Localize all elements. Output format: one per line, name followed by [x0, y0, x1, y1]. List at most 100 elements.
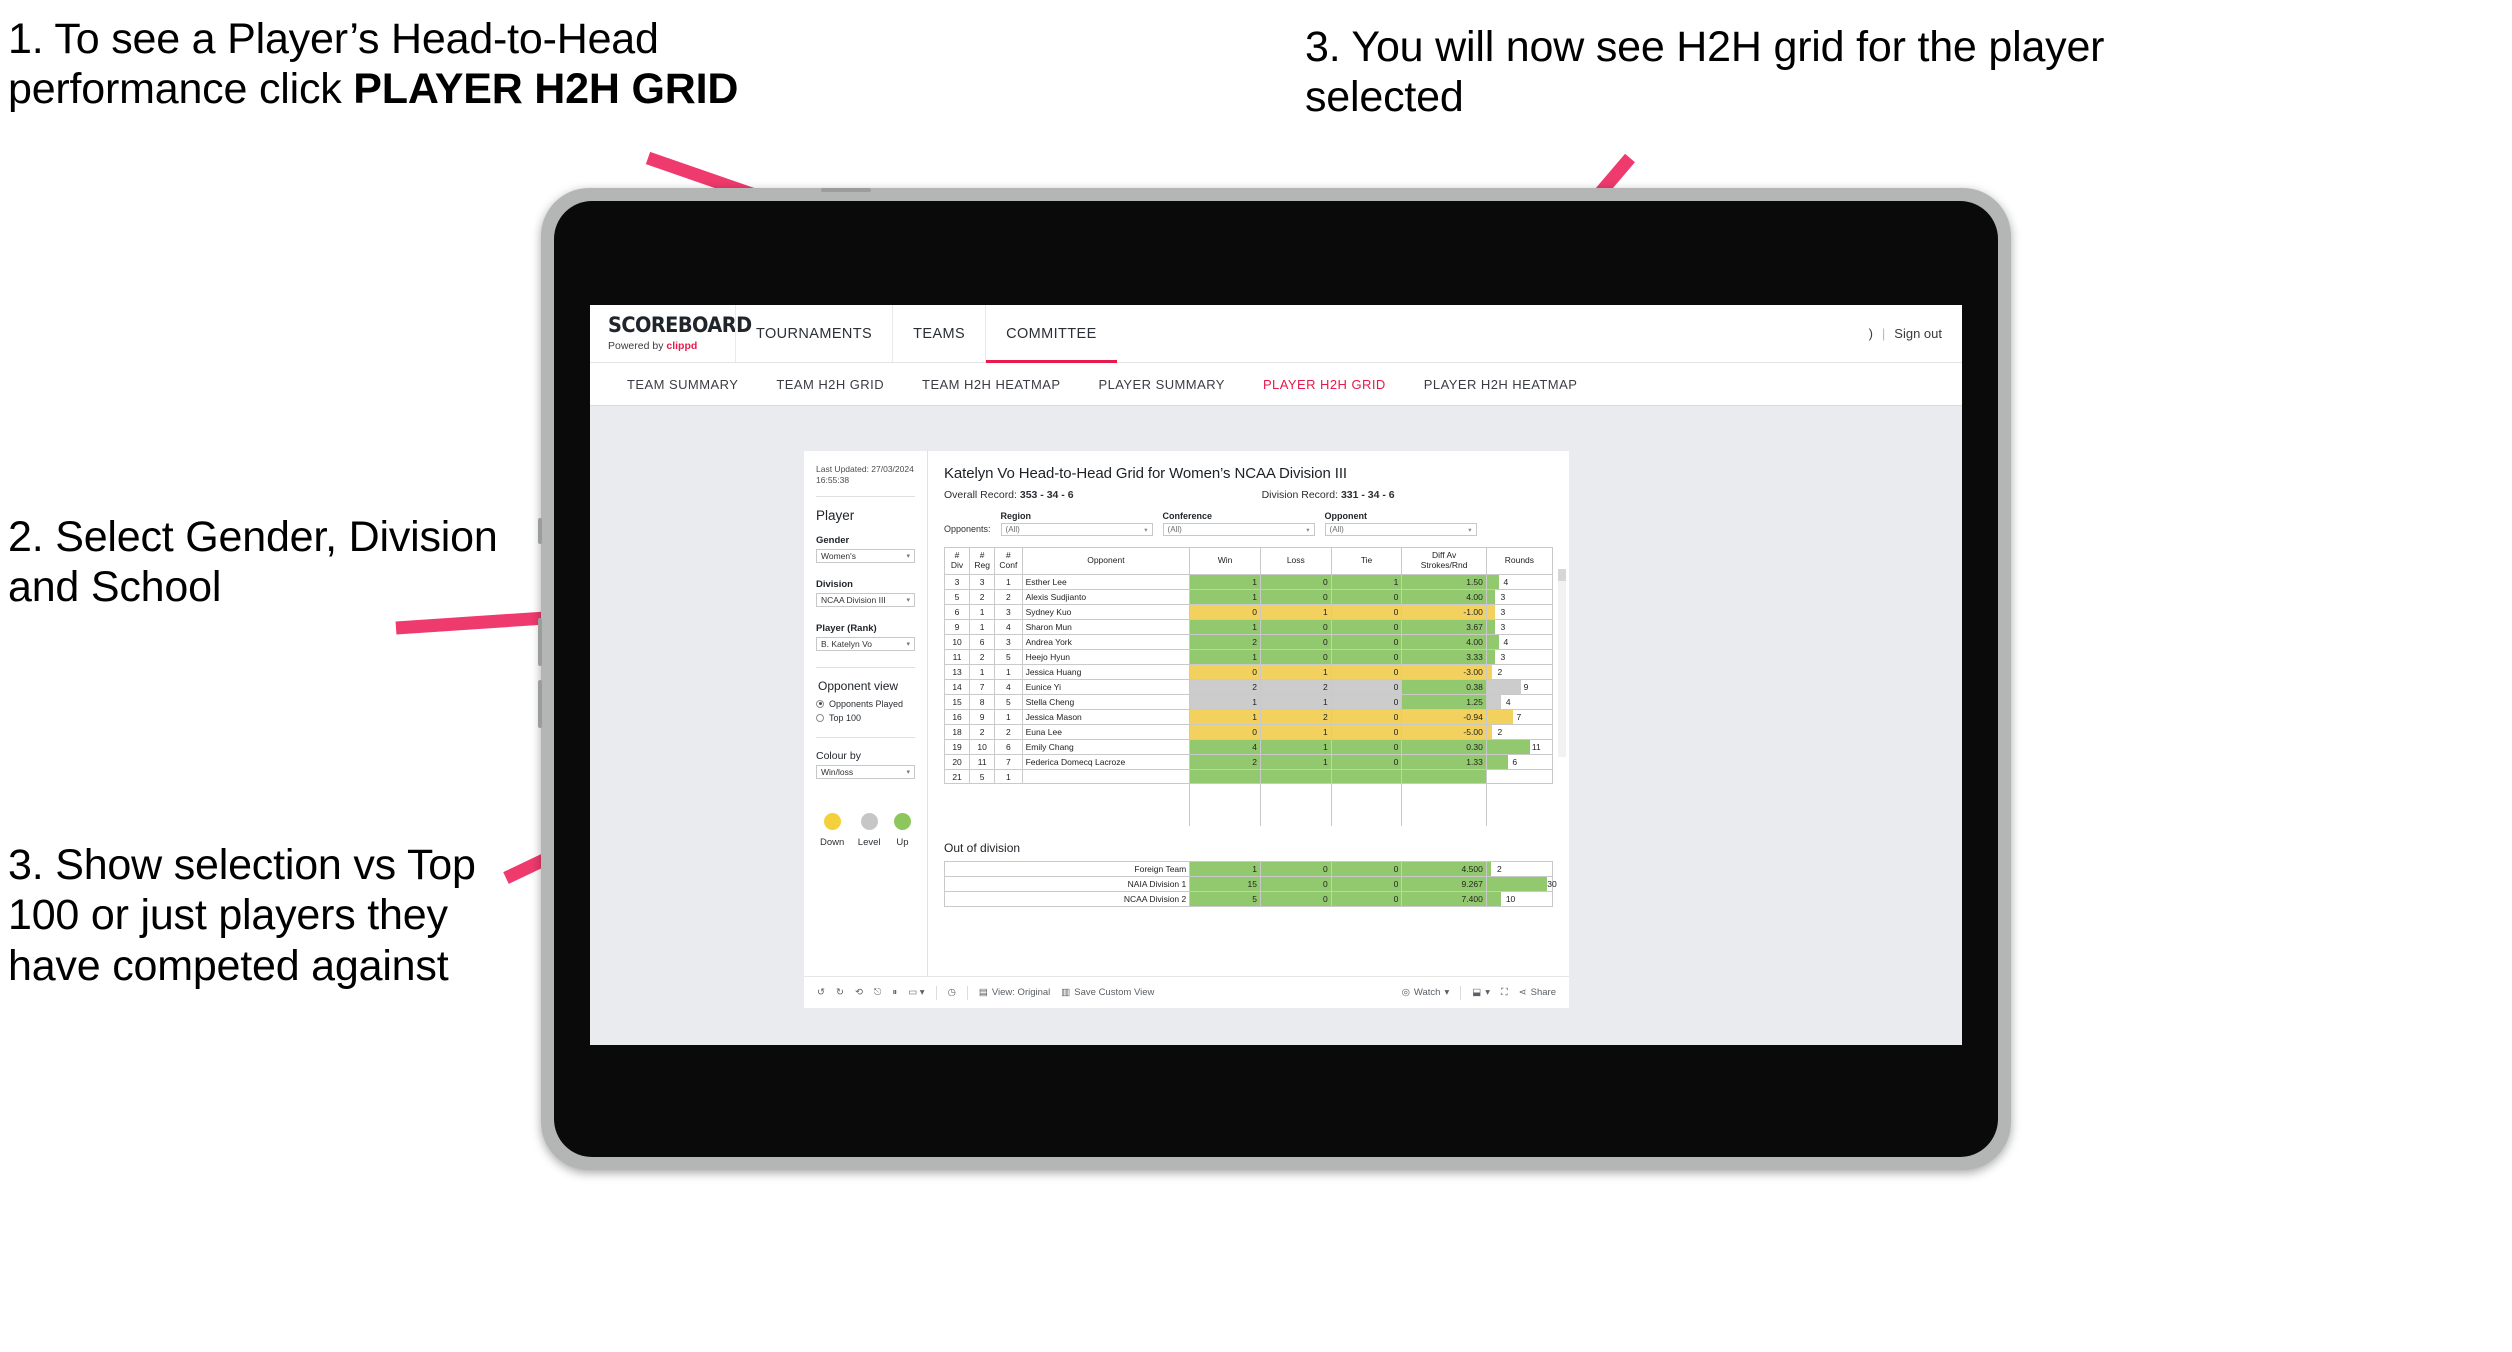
- out-of-division-row[interactable]: NCAA Division 2 5 0 0 7.400 10: [943, 890, 1554, 907]
- table-row[interactable]: 18 2 2 Euna Lee 0 1 0 -5.00 2: [943, 724, 1554, 740]
- cell-div: 15: [943, 694, 971, 710]
- cell-diff: -5.00: [1401, 724, 1487, 740]
- cell-div: 5: [943, 589, 971, 605]
- column-header: Opponent: [1021, 547, 1191, 575]
- conference-select[interactable]: (All) ▾: [1162, 523, 1315, 536]
- table-row[interactable]: 11 2 5 Heejo Hyun 1 0 0 3.33 3: [943, 649, 1554, 665]
- division-record-value: 331 - 34 - 6: [1340, 489, 1395, 501]
- share-button[interactable]: ⋖ Share: [1519, 987, 1556, 998]
- out-of-division-row[interactable]: Foreign Team 1 0 0 4.500 2: [943, 860, 1554, 877]
- table-row[interactable]: 3 3 1 Esther Lee 1 0 1 1.50 4: [943, 574, 1554, 590]
- nav-tab-tournaments[interactable]: TOURNAMENTS: [735, 305, 892, 362]
- column-header: # Conf: [994, 547, 1023, 575]
- cell-loss: 1: [1259, 604, 1332, 620]
- refresh-icon[interactable]: ⎋: [874, 987, 882, 998]
- fullscreen-icon[interactable]: ⛶: [1501, 987, 1508, 998]
- conference-filter: Conference (All) ▾: [1162, 511, 1315, 536]
- cell-loss: 1: [1259, 739, 1332, 755]
- clock-icon[interactable]: ◷: [948, 987, 956, 998]
- cell-rounds: 4: [1485, 574, 1554, 590]
- subtab-team-h2h-heatmap[interactable]: TEAM H2H HEATMAP: [903, 377, 1079, 392]
- subtab-team-h2h-grid[interactable]: TEAM H2H GRID: [757, 377, 903, 392]
- app-logo[interactable]: SCOREBOARD Powered by clippd: [590, 305, 752, 362]
- subtab-player-h2h-grid[interactable]: PLAYER H2H GRID: [1244, 377, 1405, 392]
- cell-div: 18: [943, 724, 971, 740]
- subtab-player-h2h-heatmap[interactable]: PLAYER H2H HEATMAP: [1405, 377, 1597, 392]
- table-row[interactable]: 9 1 4 Sharon Mun 1 0 0 3.67 3: [943, 619, 1554, 635]
- cell-reg: 1: [969, 664, 996, 680]
- cell-reg: 8: [969, 694, 996, 710]
- column-header: Loss: [1259, 547, 1332, 575]
- cell-tie: 0: [1330, 739, 1403, 755]
- cell-loss: 0: [1259, 619, 1332, 635]
- cell-category: Foreign Team: [943, 860, 1191, 877]
- region-select[interactable]: (All) ▾: [1000, 523, 1153, 536]
- top-navigation-bar: SCOREBOARD Powered by clippd TOURNAMENTS…: [590, 305, 1962, 363]
- table-row[interactable]: 6 1 3 Sydney Kuo 0 1 0 -1.00 3: [943, 604, 1554, 620]
- table-row[interactable]: 13 1 1 Jessica Huang 0 1 0 -3.00 2: [943, 664, 1554, 680]
- opponent-view-heading: Opponent view: [818, 678, 899, 693]
- table-row[interactable]: 14 7 4 Eunice Yi 2 2 0 0.38 9: [943, 679, 1554, 695]
- cell-opponent: Alexis Sudjianto: [1021, 589, 1191, 605]
- cell-conf: 5: [994, 649, 1023, 665]
- player-rank-value: B. Katelyn Vo: [821, 638, 873, 649]
- cell-tie: 0: [1330, 649, 1403, 665]
- cell-conf: 5: [994, 694, 1023, 710]
- chevron-down-icon: ▾: [906, 552, 910, 560]
- undo-icon[interactable]: ↺: [817, 987, 825, 998]
- cell-win: 2: [1189, 679, 1261, 695]
- subtab-player-summary[interactable]: PLAYER SUMMARY: [1079, 377, 1243, 392]
- table-vertical-scrollbar[interactable]: [1558, 569, 1566, 757]
- radio-opponents-played-label: Opponents Played: [829, 698, 904, 709]
- cell-loss: 1: [1259, 754, 1332, 770]
- cell-conf: 1: [994, 709, 1023, 725]
- nav-tab-committee[interactable]: COMMITTEE: [985, 305, 1117, 363]
- nav-tab-teams[interactable]: TEAMS: [892, 305, 985, 362]
- save-custom-view-button[interactable]: ▥ Save Custom View: [1061, 987, 1154, 998]
- cell-rounds: 9: [1485, 679, 1554, 695]
- cell-div: 9: [943, 619, 971, 635]
- cell-reg: 1: [969, 619, 996, 635]
- download-button[interactable]: ⬓ ▾: [1472, 987, 1490, 998]
- redo-icon[interactable]: ↻: [836, 987, 844, 998]
- cell-conf: 1: [994, 769, 1023, 784]
- table-row[interactable]: 16 9 1 Jessica Mason 1 2 0 -0.94 7: [943, 709, 1554, 725]
- save-icon: ▥: [1061, 987, 1071, 998]
- radio-opponents-played[interactable]: Opponents Played: [816, 699, 915, 709]
- table-row[interactable]: 10 6 3 Andrea York 2 0 0 4.00 4: [943, 634, 1554, 650]
- browser-viewport: SCOREBOARD Powered by clippd TOURNAMENTS…: [590, 305, 1962, 1045]
- table-row[interactable]: 19 10 6 Emily Chang 4 1 0 0.30 11: [943, 739, 1554, 755]
- filter-arrow-icon[interactable]: ▭ ▾: [908, 987, 924, 998]
- player-rank-select[interactable]: B. Katelyn Vo ▾: [816, 636, 915, 651]
- radio-top-100-label: Top 100: [829, 712, 862, 723]
- cell-rounds: 6: [1485, 754, 1554, 770]
- colour-by-select[interactable]: Win/loss ▾: [816, 764, 915, 779]
- opponent-label: Opponent: [1324, 511, 1368, 521]
- cell-diff: 1.33: [1401, 754, 1487, 770]
- cell-opponent: Jessica Mason: [1021, 709, 1191, 725]
- cell-div: 16: [943, 709, 971, 725]
- chevron-down-icon: ▾: [1444, 987, 1450, 998]
- table-row-clipped[interactable]: 21 5 1: [943, 769, 1554, 784]
- view-original-button[interactable]: ▤ View: Original: [979, 987, 1050, 998]
- pause-icon[interactable]: ⏸: [892, 987, 897, 998]
- panel-heading-player: Player: [816, 507, 855, 523]
- overall-record-value: 353 - 34 - 6: [1019, 489, 1074, 501]
- gender-select[interactable]: Women's ▾: [816, 548, 915, 563]
- table-row[interactable]: 5 2 2 Alexis Sudjianto 1 0 0 4.00 3: [943, 589, 1554, 605]
- radio-top-100[interactable]: Top 100: [816, 713, 915, 723]
- sign-out-link[interactable]: Sign out: [1894, 326, 1942, 341]
- cell-reg: 11: [969, 754, 996, 770]
- legend-dot-up: [893, 812, 911, 830]
- scrollbar-thumb[interactable]: [1558, 569, 1566, 581]
- division-value: NCAA Division III: [821, 594, 886, 605]
- table-row[interactable]: 15 8 5 Stella Cheng 1 1 0 1.25 4: [943, 694, 1554, 710]
- revert-icon[interactable]: ⟲: [855, 987, 863, 998]
- watch-button[interactable]: ◎ Watch ▾: [1402, 987, 1450, 998]
- cell-win: [1189, 769, 1261, 784]
- out-of-division-row[interactable]: NAIA Division 1 15 0 0 9.267 30: [943, 875, 1557, 892]
- division-select[interactable]: NCAA Division III ▾: [816, 592, 915, 607]
- opponent-select[interactable]: (All) ▾: [1324, 523, 1477, 536]
- table-row[interactable]: 20 11 7 Federica Domecq Lacroze 2 1 0 1.33 6: [943, 754, 1554, 770]
- subtab-team-summary[interactable]: TEAM SUMMARY: [608, 377, 757, 392]
